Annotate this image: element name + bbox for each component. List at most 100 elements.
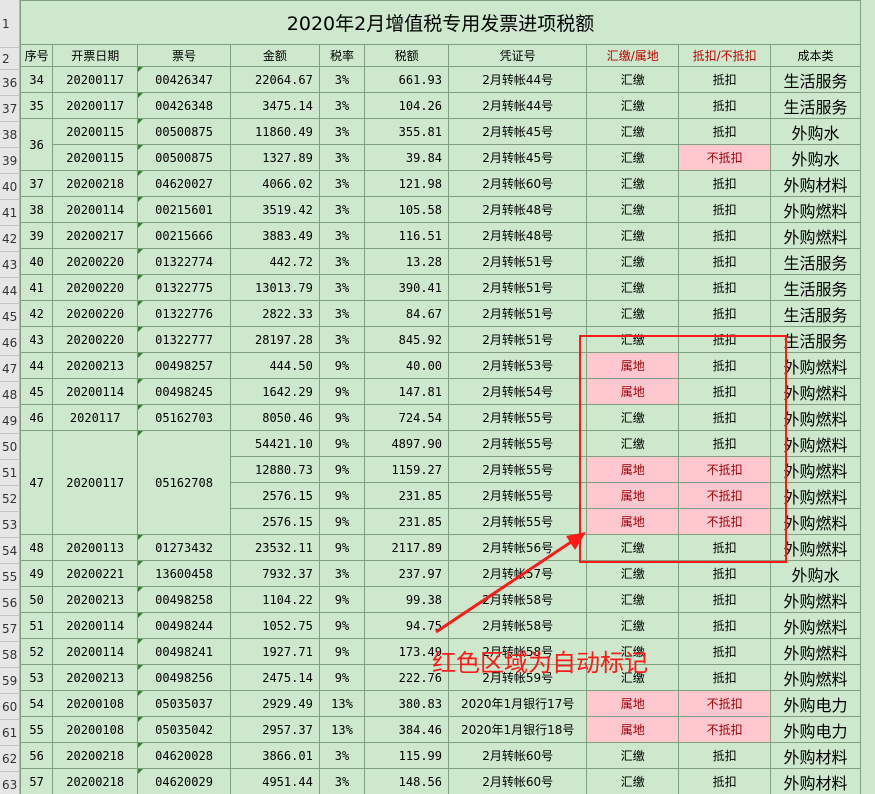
cell-tax[interactable]: 148.56 [364,768,450,794]
cell-invoice[interactable]: 01322777 [137,326,231,353]
cell-seq[interactable]: 45 [19,378,54,405]
cell-amount[interactable]: 3866.01 [229,742,320,769]
cell-amount[interactable]: 4066.02 [229,170,320,197]
row-number[interactable]: 36 [0,70,20,96]
cell-date[interactable]: 20200114 [52,638,139,665]
cell-invoice[interactable]: 05035037 [137,690,231,717]
cell-amount[interactable]: 1104.22 [229,586,320,613]
cell-date[interactable]: 20200218 [52,768,139,794]
cell-deduction[interactable]: 抵扣 [678,430,772,457]
cell-category[interactable]: 外购材料 [770,742,861,769]
cell-tax[interactable]: 40.00 [364,352,450,379]
cell-amount[interactable]: 13013.79 [229,274,320,301]
cell-category[interactable]: 外购燃料 [770,222,861,249]
cell-amount[interactable]: 28197.28 [229,326,320,353]
cell-voucher[interactable]: 2月转帐60号 [448,768,588,794]
row-number[interactable]: 62 [0,746,20,772]
row-number[interactable]: 55 [0,564,20,590]
cell-rate[interactable]: 9% [318,430,366,457]
cell-deduction[interactable]: 抵扣 [678,222,772,249]
cell-rate[interactable]: 9% [318,586,366,613]
cell-payment[interactable]: 汇缴 [586,248,680,275]
cell-voucher[interactable]: 2月转帐55号 [448,482,588,509]
row-number[interactable]: 46 [0,330,20,356]
cell-seq[interactable]: 52 [19,638,54,665]
cell-amount[interactable]: 1927.71 [229,638,320,665]
cell-rate[interactable]: 3% [318,118,366,145]
cell-payment[interactable]: 汇缴 [586,274,680,301]
cell-amount[interactable]: 23532.11 [229,534,320,561]
row-number[interactable]: 1 [0,0,20,48]
cell-date[interactable]: 20200213 [52,664,139,691]
cell-deduction[interactable]: 抵扣 [678,92,772,119]
cell-voucher[interactable]: 2月转帐55号 [448,430,588,457]
cell-deduction[interactable]: 不抵扣 [678,456,772,483]
cell-deduction[interactable]: 抵扣 [678,378,772,405]
sheet-title[interactable]: 2020年2月增值税专用发票进项税额 [20,0,861,45]
cell-invoice[interactable]: 05162703 [137,404,231,431]
cell-invoice[interactable]: 00498257 [137,352,231,379]
cell-amount[interactable]: 2957.37 [229,716,320,743]
cell-category[interactable]: 生活服务 [770,274,861,301]
cell-deduction[interactable]: 抵扣 [678,534,772,561]
cell-tax[interactable]: 231.85 [364,482,450,509]
cell-seq[interactable]: 44 [19,352,54,379]
cell-tax[interactable]: 94.75 [364,612,450,639]
cell-date[interactable]: 20200108 [52,716,139,743]
cell-invoice[interactable]: 05162708 [137,430,231,535]
cell-voucher[interactable]: 2月转帐48号 [448,196,588,223]
cell-seq[interactable]: 47 [19,430,54,535]
cell-seq[interactable]: 51 [19,612,54,639]
cell-tax[interactable]: 115.99 [364,742,450,769]
cell-category[interactable]: 外购燃料 [770,534,861,561]
cell-deduction[interactable]: 不抵扣 [678,690,772,717]
cell-seq[interactable]: 50 [19,586,54,613]
cell-voucher[interactable]: 2月转帐56号 [448,534,588,561]
cell-payment[interactable]: 汇缴 [586,222,680,249]
cell-invoice[interactable]: 13600458 [137,560,231,587]
cell-category[interactable]: 外购材料 [770,170,861,197]
cell-category[interactable]: 生活服务 [770,300,861,327]
cell-seq[interactable]: 40 [19,248,54,275]
cell-seq[interactable]: 37 [19,170,54,197]
cell-seq[interactable]: 53 [19,664,54,691]
cell-category[interactable]: 外购燃料 [770,586,861,613]
cell-tax[interactable]: 4897.90 [364,430,450,457]
cell-date[interactable]: 20200114 [52,196,139,223]
cell-amount[interactable]: 1052.75 [229,612,320,639]
cell-date[interactable]: 20200217 [52,222,139,249]
cell-amount[interactable]: 3475.14 [229,92,320,119]
row-number[interactable]: 2 [0,48,20,70]
cell-voucher[interactable]: 2月转帐55号 [448,508,588,535]
cell-category[interactable]: 外购电力 [770,716,861,743]
cell-tax[interactable]: 105.58 [364,196,450,223]
cell-tax[interactable]: 1159.27 [364,456,450,483]
cell-date[interactable]: 20200114 [52,378,139,405]
cell-seq[interactable]: 43 [19,326,54,353]
cell-voucher[interactable]: 2月转帐45号 [448,144,588,171]
cell-rate[interactable]: 9% [318,404,366,431]
row-number[interactable]: 50 [0,434,20,460]
cell-category[interactable]: 外购燃料 [770,482,861,509]
cell-category[interactable]: 外购燃料 [770,378,861,405]
cell-voucher[interactable]: 2月转帐51号 [448,248,588,275]
cell-rate[interactable]: 9% [318,352,366,379]
cell-tax[interactable]: 147.81 [364,378,450,405]
cell-invoice[interactable]: 00426347 [137,66,231,93]
cell-payment[interactable]: 汇缴 [586,92,680,119]
cell-voucher[interactable]: 2月转帐58号 [448,586,588,613]
cell-rate[interactable]: 3% [318,92,366,119]
row-number[interactable]: 58 [0,642,20,668]
cell-deduction[interactable]: 不抵扣 [678,508,772,535]
cell-amount[interactable]: 444.50 [229,352,320,379]
row-number[interactable]: 42 [0,226,20,252]
cell-amount[interactable]: 4951.44 [229,768,320,794]
cell-amount[interactable]: 12880.73 [229,456,320,483]
row-number[interactable]: 47 [0,356,20,382]
cell-category[interactable]: 生活服务 [770,248,861,275]
cell-date[interactable]: 20200220 [52,300,139,327]
cell-amount[interactable]: 7932.37 [229,560,320,587]
cell-voucher[interactable]: 2月转帐58号 [448,612,588,639]
cell-invoice[interactable]: 00498244 [137,612,231,639]
cell-tax[interactable]: 380.83 [364,690,450,717]
